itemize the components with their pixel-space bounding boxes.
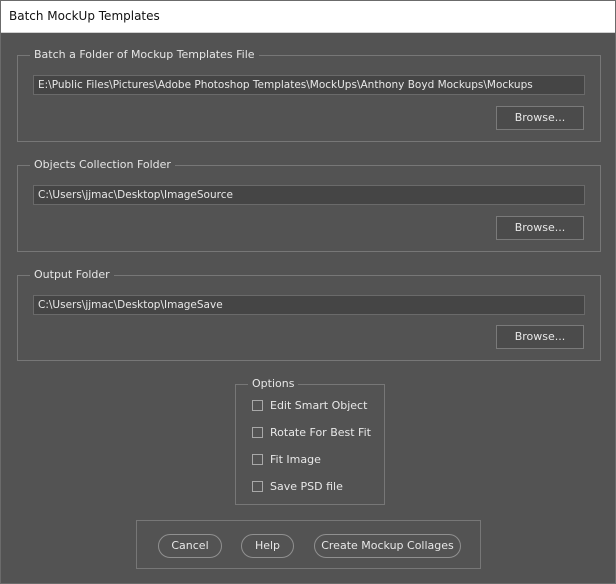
action-buttons-panel: Cancel Help Create Mockup Collages bbox=[136, 520, 481, 569]
dialog-window: Batch MockUp Templates Batch a Folder of… bbox=[0, 0, 616, 584]
objects-folder-path-field[interactable]: C:\Users\jjmac\Desktop\ImageSource bbox=[33, 185, 585, 205]
templates-folder-label: Batch a Folder of Mockup Templates File bbox=[30, 48, 259, 62]
edit-smart-object-label[interactable]: Edit Smart Object bbox=[270, 399, 367, 413]
objects-folder-group: Objects Collection Folder C:\Users\jjmac… bbox=[17, 158, 601, 252]
output-browse-button[interactable]: Browse... bbox=[496, 325, 584, 349]
title-bar[interactable]: Batch MockUp Templates bbox=[1, 1, 615, 33]
help-button[interactable]: Help bbox=[241, 534, 294, 558]
window-title: Batch MockUp Templates bbox=[9, 9, 160, 23]
options-label: Options bbox=[248, 377, 299, 391]
options-group: Options Edit Smart Object Rotate For Bes… bbox=[235, 377, 385, 505]
templates-folder-path-field[interactable]: E:\Public Files\Pictures\Adobe Photoshop… bbox=[33, 75, 585, 95]
output-folder-path-field[interactable]: C:\Users\jjmac\Desktop\ImageSave bbox=[33, 295, 585, 315]
objects-folder-label: Objects Collection Folder bbox=[30, 158, 175, 172]
rotate-best-fit-label[interactable]: Rotate For Best Fit bbox=[270, 426, 371, 440]
rotate-best-fit-checkbox[interactable] bbox=[252, 427, 263, 438]
output-folder-label: Output Folder bbox=[30, 268, 114, 282]
output-folder-group: Output Folder C:\Users\jjmac\Desktop\Ima… bbox=[17, 268, 601, 361]
save-psd-label[interactable]: Save PSD file bbox=[270, 480, 343, 494]
edit-smart-object-checkbox[interactable] bbox=[252, 400, 263, 411]
cancel-button[interactable]: Cancel bbox=[158, 534, 222, 558]
templates-browse-button[interactable]: Browse... bbox=[496, 106, 584, 130]
objects-browse-button[interactable]: Browse... bbox=[496, 216, 584, 240]
fit-image-label[interactable]: Fit Image bbox=[270, 453, 321, 467]
create-mockup-collages-button[interactable]: Create Mockup Collages bbox=[314, 534, 461, 558]
save-psd-checkbox[interactable] bbox=[252, 481, 263, 492]
templates-folder-group: Batch a Folder of Mockup Templates File … bbox=[17, 48, 601, 142]
fit-image-checkbox[interactable] bbox=[252, 454, 263, 465]
